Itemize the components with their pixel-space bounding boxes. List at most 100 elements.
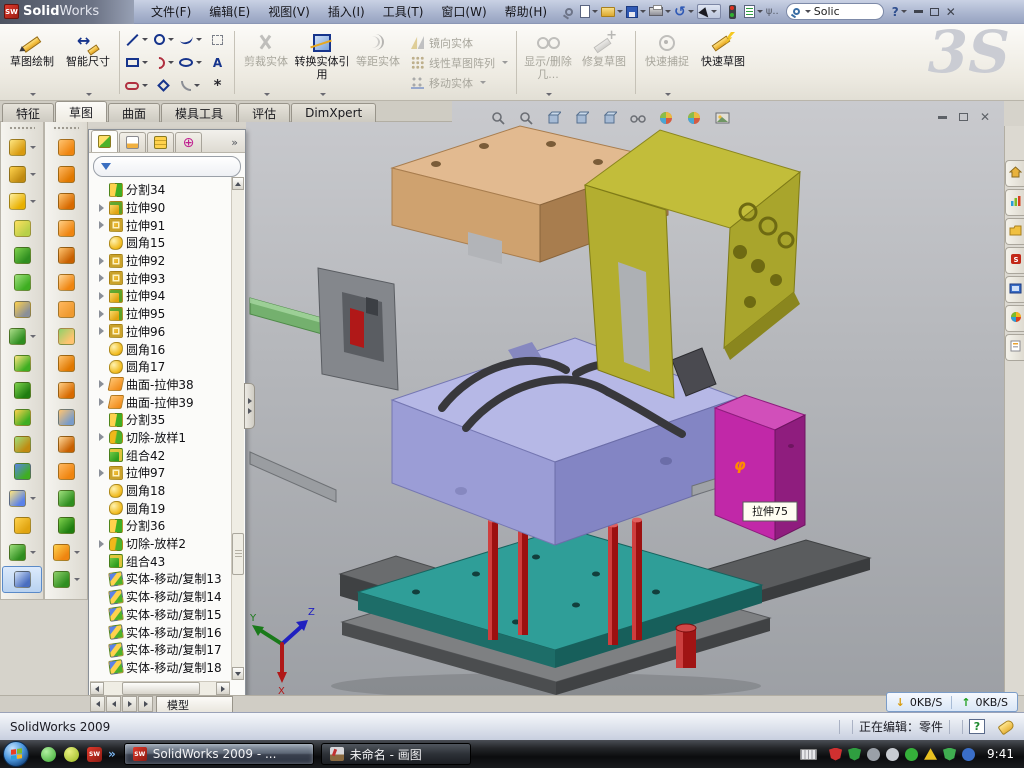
dropdown-icon[interactable] (30, 200, 36, 203)
expand-arrow-icon[interactable] (99, 292, 104, 300)
first-tab-button[interactable] (90, 696, 105, 712)
model-push-rod[interactable] (250, 452, 336, 502)
planar-surface-icon[interactable] (46, 296, 86, 323)
search-dropdown-icon[interactable] (805, 10, 811, 13)
extend-surface-icon[interactable] (46, 377, 86, 404)
quick-tips-icon[interactable]: ? (969, 719, 985, 734)
extruded-surface-icon[interactable] (46, 134, 86, 161)
scroll-left-button[interactable] (90, 682, 104, 695)
search-box[interactable]: Solic (786, 3, 884, 20)
section-view-icon[interactable] (542, 109, 566, 127)
shield-green-icon[interactable] (848, 748, 861, 761)
help-icon[interactable]: ? (891, 3, 908, 21)
save-icon[interactable] (626, 3, 646, 21)
tab-模具工具[interactable]: 模具工具 (161, 103, 237, 122)
prev-tab-button[interactable] (106, 696, 121, 712)
offset-surface-icon[interactable] (46, 323, 86, 350)
expand-arrow-icon[interactable] (99, 257, 104, 265)
model-locating-pin[interactable] (676, 624, 696, 668)
stacked-tool-button[interactable]: 镜向实体 (411, 35, 508, 51)
linear-pattern-icon[interactable] (2, 323, 42, 350)
keyboard-layout-icon[interactable] (800, 749, 817, 760)
expand-toggle[interactable] (96, 204, 106, 212)
curve-tool-icon[interactable] (46, 566, 86, 593)
expand-toggle[interactable] (96, 380, 106, 388)
expand-toggle[interactable] (96, 221, 106, 229)
dropdown-icon[interactable] (74, 551, 80, 554)
tree-item[interactable]: 分割34 (96, 181, 245, 199)
manager-tab-property-manager[interactable] (119, 132, 146, 152)
expand-toggle[interactable] (96, 274, 106, 282)
expand-arrow-icon[interactable] (99, 274, 104, 282)
zoom-to-fit-icon[interactable] (486, 109, 510, 127)
zoom-to-area-icon[interactable] (514, 109, 538, 127)
menu-item[interactable]: 工具(T) (374, 0, 433, 23)
dropdown-icon[interactable] (142, 84, 148, 87)
tree-item[interactable]: 圆角18 (96, 482, 245, 500)
fillet-icon[interactable] (2, 188, 42, 215)
warning-icon[interactable] (924, 748, 937, 761)
tree-item[interactable]: 拉伸96 (96, 323, 245, 341)
extruded-boss-icon[interactable] (2, 134, 42, 161)
expand-arrow-icon[interactable] (99, 380, 104, 388)
insert-part-icon[interactable] (2, 485, 42, 512)
tree-item[interactable]: 圆角16 (96, 340, 245, 358)
tree-item[interactable]: 分割36 (96, 517, 245, 535)
tree-item[interactable]: 圆角15 (96, 234, 245, 252)
select-tool-icon[interactable] (697, 4, 721, 19)
dropdown-icon[interactable] (74, 578, 80, 581)
model-slide-unit[interactable] (250, 268, 398, 390)
manager-tab-dimxpert-manager[interactable]: ⊕ (175, 132, 202, 152)
manager-tab-feature-manager[interactable] (91, 130, 118, 152)
options-icon[interactable] (744, 3, 763, 21)
close-icon[interactable]: ✕ (946, 6, 956, 18)
expand-toggle[interactable] (96, 310, 106, 318)
scroll-down-button[interactable] (232, 667, 244, 680)
dropdown-icon[interactable] (194, 84, 200, 87)
trim-entities-button[interactable]: 剪裁实体 (238, 27, 294, 98)
expand-toggle[interactable] (96, 257, 106, 265)
expand-toggle[interactable] (96, 398, 106, 406)
tab-曲面[interactable]: 曲面 (108, 103, 160, 122)
stacked-tool-button[interactable]: 移动实体 (411, 75, 508, 91)
taskbar-button[interactable]: 未命名 - 画图 (321, 743, 471, 765)
tree-item[interactable]: 拉伸92 (96, 252, 245, 270)
tree-filter-box[interactable] (93, 156, 241, 177)
sync-blocked-icon[interactable] (962, 748, 975, 761)
dropdown-icon[interactable] (30, 497, 36, 500)
expand-arrow-icon[interactable] (99, 221, 104, 229)
restore-icon[interactable] (930, 8, 939, 16)
tree-item[interactable]: 切除-放样2 (96, 535, 245, 553)
tree-item[interactable]: 切除-放样1 (96, 429, 245, 447)
tree-vertical-scrollbar[interactable] (231, 177, 244, 680)
reference-geometry-icon[interactable] (2, 512, 42, 539)
tab-评估[interactable]: 评估 (238, 103, 290, 122)
tree-item[interactable]: 实体-移动/复制17 (96, 641, 245, 659)
rapid-sketch-button[interactable]: 快速草图 (695, 27, 751, 98)
tree-item[interactable]: 实体-移动/复制16 (96, 623, 245, 641)
circle-tool[interactable] (150, 28, 177, 51)
dropdown-icon[interactable] (168, 38, 174, 41)
expand-toggle[interactable] (96, 292, 106, 300)
dropdown-icon[interactable] (30, 335, 36, 338)
freeform-icon[interactable] (46, 539, 86, 566)
tab-DimXpert[interactable]: DimXpert (291, 103, 376, 122)
swept-surface-icon[interactable] (46, 188, 86, 215)
hscroll-thumb[interactable] (122, 682, 200, 695)
move-copy-body-icon[interactable] (2, 458, 42, 485)
tree-item[interactable]: 分割35 (96, 411, 245, 429)
offset-entities-button[interactable]: 等距实体 (350, 27, 406, 98)
lofted-surface-icon[interactable] (46, 215, 86, 242)
tab-特征[interactable]: 特征 (2, 103, 54, 122)
curve-icon[interactable] (2, 539, 42, 566)
boundary-surface-icon[interactable] (46, 242, 86, 269)
last-tab-button[interactable] (138, 696, 153, 712)
task-pane-tab-toolbox[interactable]: S (1005, 247, 1024, 274)
scroll-right-button[interactable] (216, 682, 230, 695)
edit-appearance-icon[interactable] (654, 109, 678, 127)
quick-snaps-button[interactable]: 快速捕捉 (639, 27, 695, 98)
revolved-surface-icon[interactable] (46, 161, 86, 188)
taskbar-clock[interactable]: 9:41 (987, 747, 1014, 761)
task-pane-tab-solidworks-resources[interactable] (1005, 189, 1024, 216)
dropdown-icon[interactable] (168, 61, 174, 64)
